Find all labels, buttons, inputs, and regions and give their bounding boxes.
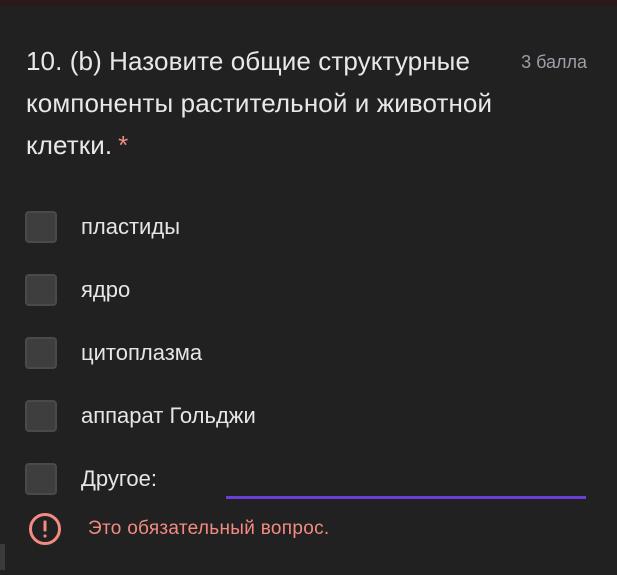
checkbox[interactable] bbox=[25, 211, 57, 243]
option-plastids[interactable]: пластиды bbox=[25, 209, 180, 245]
option-cytoplasm[interactable]: цитоплазма bbox=[25, 335, 202, 371]
option-label: пластиды bbox=[81, 214, 180, 239]
option-label: Другое: bbox=[81, 466, 158, 491]
checkbox[interactable] bbox=[25, 463, 57, 495]
checkbox[interactable] bbox=[25, 400, 57, 432]
option-label: ядро bbox=[81, 277, 131, 302]
error-text: Это обязательный вопрос. bbox=[88, 518, 330, 539]
required-asterisk: * bbox=[118, 130, 129, 160]
option-label: аппарат Гольджи bbox=[81, 403, 256, 428]
option-nucleus[interactable]: ядро bbox=[25, 272, 130, 308]
other-text-input[interactable] bbox=[226, 496, 586, 499]
scroll-edge bbox=[0, 544, 5, 570]
checkbox[interactable] bbox=[25, 337, 57, 369]
error-circle-icon bbox=[29, 513, 61, 545]
question-title: 10. (b) Назовите общие структурные компо… bbox=[26, 40, 496, 166]
question-text: 10. (b) Назовите общие структурные компо… bbox=[26, 46, 493, 160]
error-message: Это обязательный вопрос. bbox=[28, 512, 329, 546]
option-other[interactable]: Другое: bbox=[25, 461, 157, 497]
option-golgi[interactable]: аппарат Гольджи bbox=[25, 398, 256, 434]
option-label: цитоплазма bbox=[81, 340, 203, 365]
points-label: 3 балла bbox=[521, 52, 587, 72]
checkbox[interactable] bbox=[25, 274, 57, 306]
